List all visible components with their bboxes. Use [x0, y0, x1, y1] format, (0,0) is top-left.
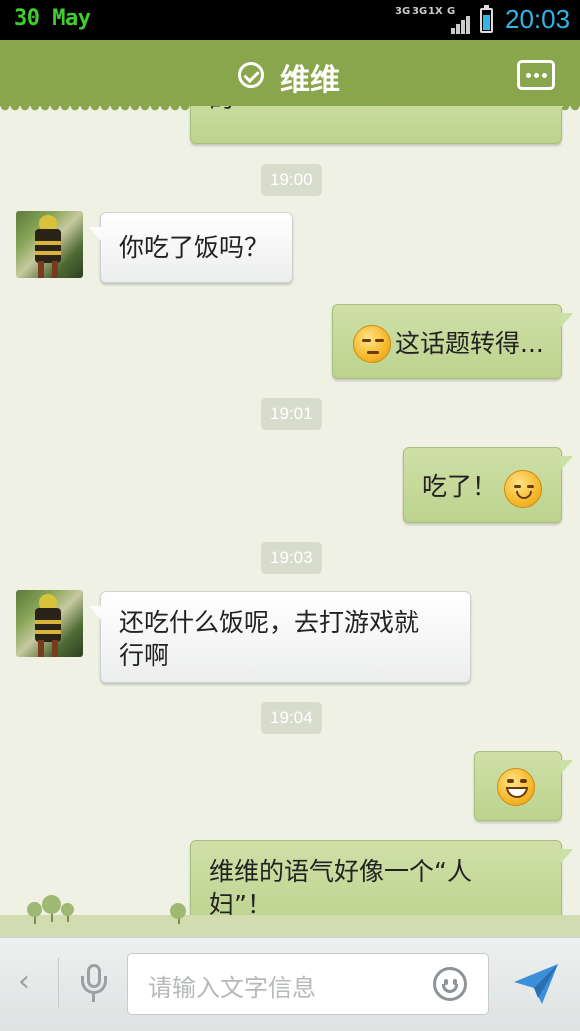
grin-emoji-icon: [497, 768, 535, 806]
chat-menu-button[interactable]: [517, 60, 555, 90]
tree-decoration: [170, 903, 186, 919]
input-bar: ‹ 请输入文字信息: [0, 937, 580, 1031]
message-bubble-outgoing-partial[interactable]: 的: [190, 106, 573, 144]
input-placeholder: 请输入文字信息: [148, 974, 316, 1002]
message-bubble-incoming[interactable]: 还吃什么饭呢，去打游戏就 行啊: [89, 591, 471, 683]
smile-emoji-icon: [504, 470, 542, 508]
status-bar: 30 May 3G 3G 1X G 20:03: [0, 0, 580, 40]
scenery-hill: [0, 915, 580, 937]
message-bubble-outgoing[interactable]: [474, 751, 573, 821]
chevron-left-icon[interactable]: ‹: [18, 964, 30, 999]
emoji-picker-icon[interactable]: [433, 967, 467, 1001]
divider: [58, 958, 59, 1008]
message-bubble-outgoing[interactable]: 吃了！: [403, 447, 573, 523]
tree-decoration: [42, 895, 61, 914]
message-text: 还吃什么饭呢，去打游戏就: [119, 608, 420, 637]
message-input[interactable]: 请输入文字信息: [127, 953, 489, 1015]
tree-decoration: [61, 903, 74, 916]
network-3g-label-2: 3G: [412, 6, 428, 17]
contact-avatar[interactable]: [16, 211, 83, 278]
timestamp: 19:03: [261, 542, 322, 574]
timestamp: 19:00: [261, 164, 322, 196]
message-bubble-incoming[interactable]: 你吃了饭吗？: [89, 212, 293, 283]
message-text: 行啊: [119, 641, 170, 670]
send-icon[interactable]: [512, 962, 560, 1006]
smug-emoji-icon: [353, 325, 391, 363]
tree-decoration: [27, 902, 42, 917]
status-date: 30 May: [14, 6, 91, 31]
message-text: 吃了！: [422, 472, 498, 501]
microphone-icon[interactable]: [78, 964, 110, 1004]
message-bubble-outgoing[interactable]: 这话题转得...: [332, 304, 573, 379]
timestamp: 19:01: [261, 398, 322, 430]
status-time: 20:03: [505, 4, 571, 34]
signal-icon: [451, 10, 475, 34]
message-text: 的: [209, 106, 234, 115]
chat-title: 维维: [280, 63, 340, 98]
battery-icon: [480, 5, 493, 33]
message-text: 这话题转得...: [395, 329, 544, 358]
network-3g-label: 3G: [395, 6, 411, 17]
verified-check-icon: [238, 62, 264, 88]
timestamp: 19:04: [261, 702, 322, 734]
contact-avatar[interactable]: [16, 590, 83, 657]
message-text: 维维的语气好像一个“人: [209, 857, 472, 886]
title-bar: 维维: [0, 40, 580, 112]
chat-area[interactable]: 的 19:00 你吃了饭吗？ 这话题转得... 19:01 吃了！ 19:03: [0, 106, 580, 936]
network-1x-label: 1X: [428, 6, 443, 17]
message-text: 你吃了饭吗？: [119, 233, 270, 262]
